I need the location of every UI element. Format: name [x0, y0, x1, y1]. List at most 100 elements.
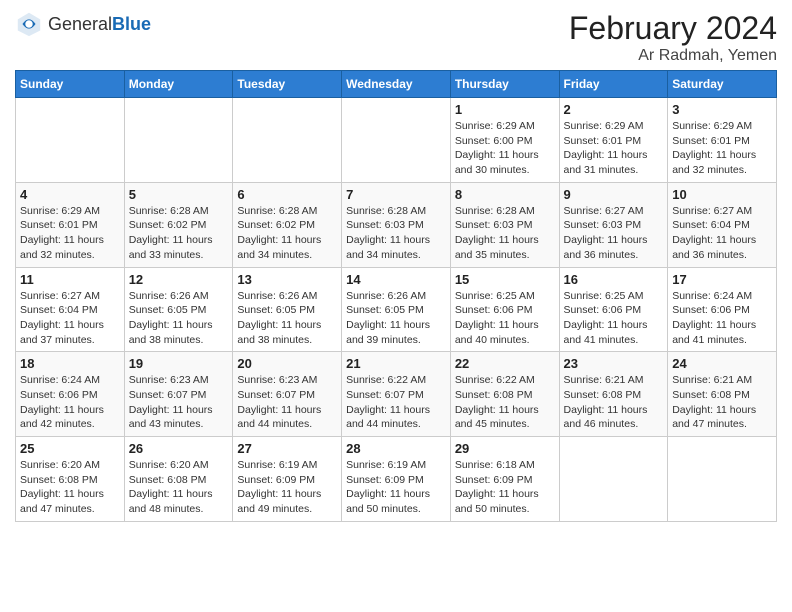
calendar-cell: 18 Sunrise: 6:24 AM Sunset: 6:06 PM Dayli… [16, 352, 125, 437]
calendar-cell: 17 Sunrise: 6:24 AM Sunset: 6:06 PM Dayli… [668, 267, 777, 352]
calendar-cell: 4 Sunrise: 6:29 AM Sunset: 6:01 PM Daylig… [16, 182, 125, 267]
day-detail: Sunrise: 6:20 AM Sunset: 6:08 PM Dayligh… [20, 458, 120, 517]
calendar-cell: 2 Sunrise: 6:29 AM Sunset: 6:01 PM Daylig… [559, 98, 668, 183]
day-number: 29 [455, 441, 555, 456]
day-detail: Sunrise: 6:27 AM Sunset: 6:04 PM Dayligh… [20, 289, 120, 348]
day-number: 11 [20, 272, 120, 287]
calendar-cell: 7 Sunrise: 6:28 AM Sunset: 6:03 PM Daylig… [342, 182, 451, 267]
day-detail: Sunrise: 6:20 AM Sunset: 6:08 PM Dayligh… [129, 458, 229, 517]
day-detail: Sunrise: 6:29 AM Sunset: 6:01 PM Dayligh… [20, 204, 120, 263]
calendar-cell [559, 437, 668, 522]
calendar-cell: 21 Sunrise: 6:22 AM Sunset: 6:07 PM Dayli… [342, 352, 451, 437]
day-number: 22 [455, 356, 555, 371]
calendar-cell: 9Sunrise: 6:27 AM Sunset: 6:03 PM Daylig… [559, 182, 668, 267]
day-number: 19 [129, 356, 229, 371]
day-number: 12 [129, 272, 229, 287]
calendar-cell: 16 Sunrise: 6:25 AM Sunset: 6:06 PM Dayli… [559, 267, 668, 352]
day-detail: Sunrise: 6:28 AM Sunset: 6:03 PM Dayligh… [455, 204, 555, 263]
calendar-cell: 22 Sunrise: 6:22 AM Sunset: 6:08 PM Dayli… [450, 352, 559, 437]
day-number: 18 [20, 356, 120, 371]
day-number: 4 [20, 187, 120, 202]
day-detail: Sunrise: 6:29 AM Sunset: 6:01 PM Dayligh… [564, 119, 664, 178]
logo: GeneralBlue [15, 10, 151, 38]
day-number: 10 [672, 187, 772, 202]
calendar-cell: 25 Sunrise: 6:20 AM Sunset: 6:08 PM Dayli… [16, 437, 125, 522]
calendar-cell: 19 Sunrise: 6:23 AM Sunset: 6:07 PM Dayli… [124, 352, 233, 437]
column-header-sunday: Sunday [16, 71, 125, 98]
day-number: 8 [455, 187, 555, 202]
calendar-cell: 29 Sunrise: 6:18 AM Sunset: 6:09 PM Dayli… [450, 437, 559, 522]
day-detail: Sunrise: 6:19 AM Sunset: 6:09 PM Dayligh… [346, 458, 446, 517]
day-detail: Sunrise: 6:27 AM Sunset: 6:04 PM Dayligh… [672, 204, 772, 263]
day-detail: Sunrise: 6:28 AM Sunset: 6:02 PM Dayligh… [237, 204, 337, 263]
day-detail: Sunrise: 6:29 AM Sunset: 6:00 PM Dayligh… [455, 119, 555, 178]
day-number: 28 [346, 441, 446, 456]
day-detail: Sunrise: 6:18 AM Sunset: 6:09 PM Dayligh… [455, 458, 555, 517]
week-row-2: 4 Sunrise: 6:29 AM Sunset: 6:01 PM Daylig… [16, 182, 777, 267]
day-number: 27 [237, 441, 337, 456]
column-header-thursday: Thursday [450, 71, 559, 98]
column-header-saturday: Saturday [668, 71, 777, 98]
day-number: 20 [237, 356, 337, 371]
page-subtitle: Ar Radmah, Yemen [569, 47, 777, 65]
logo-general: General [48, 14, 112, 34]
calendar-cell: 11 Sunrise: 6:27 AM Sunset: 6:04 PM Dayli… [16, 267, 125, 352]
day-detail: Sunrise: 6:23 AM Sunset: 6:07 PM Dayligh… [129, 373, 229, 432]
calendar-cell: 26Sunrise: 6:20 AM Sunset: 6:08 PM Dayli… [124, 437, 233, 522]
week-row-4: 18 Sunrise: 6:24 AM Sunset: 6:06 PM Dayli… [16, 352, 777, 437]
day-number: 21 [346, 356, 446, 371]
calendar-cell: 1 Sunrise: 6:29 AM Sunset: 6:00 PM Daylig… [450, 98, 559, 183]
day-number: 24 [672, 356, 772, 371]
logo-blue: Blue [112, 14, 151, 34]
calendar-cell: 10 Sunrise: 6:27 AM Sunset: 6:04 PM Dayli… [668, 182, 777, 267]
calendar-cell: 24Sunrise: 6:21 AM Sunset: 6:08 PM Dayli… [668, 352, 777, 437]
calendar-cell [16, 98, 125, 183]
column-header-monday: Monday [124, 71, 233, 98]
column-header-wednesday: Wednesday [342, 71, 451, 98]
calendar-cell: 23Sunrise: 6:21 AM Sunset: 6:08 PM Dayli… [559, 352, 668, 437]
day-number: 13 [237, 272, 337, 287]
column-header-friday: Friday [559, 71, 668, 98]
day-number: 1 [455, 102, 555, 117]
logo-icon [15, 10, 43, 38]
page-title: February 2024 [569, 10, 777, 47]
day-number: 16 [564, 272, 664, 287]
day-detail: Sunrise: 6:24 AM Sunset: 6:06 PM Dayligh… [672, 289, 772, 348]
calendar-cell: 13 Sunrise: 6:26 AM Sunset: 6:05 PM Dayli… [233, 267, 342, 352]
day-number: 2 [564, 102, 664, 117]
calendar-cell [668, 437, 777, 522]
day-detail: Sunrise: 6:29 AM Sunset: 6:01 PM Dayligh… [672, 119, 772, 178]
calendar-cell [124, 98, 233, 183]
calendar-cell: 20 Sunrise: 6:23 AM Sunset: 6:07 PM Dayli… [233, 352, 342, 437]
logo-text: GeneralBlue [48, 14, 151, 35]
calendar-cell: 8 Sunrise: 6:28 AM Sunset: 6:03 PM Daylig… [450, 182, 559, 267]
day-number: 3 [672, 102, 772, 117]
week-row-3: 11 Sunrise: 6:27 AM Sunset: 6:04 PM Dayli… [16, 267, 777, 352]
day-number: 6 [237, 187, 337, 202]
day-detail: Sunrise: 6:28 AM Sunset: 6:03 PM Dayligh… [346, 204, 446, 263]
day-number: 25 [20, 441, 120, 456]
week-row-5: 25 Sunrise: 6:20 AM Sunset: 6:08 PM Dayli… [16, 437, 777, 522]
day-detail: Sunrise: 6:21 AM Sunset: 6:08 PM Dayligh… [564, 373, 664, 432]
day-detail: Sunrise: 6:19 AM Sunset: 6:09 PM Dayligh… [237, 458, 337, 517]
day-detail: Sunrise: 6:26 AM Sunset: 6:05 PM Dayligh… [129, 289, 229, 348]
day-number: 9 [564, 187, 664, 202]
calendar-cell: 15Sunrise: 6:25 AM Sunset: 6:06 PM Dayli… [450, 267, 559, 352]
day-detail: Sunrise: 6:23 AM Sunset: 6:07 PM Dayligh… [237, 373, 337, 432]
calendar-cell [233, 98, 342, 183]
day-detail: Sunrise: 6:25 AM Sunset: 6:06 PM Dayligh… [564, 289, 664, 348]
page-header: GeneralBlue February 2024 Ar Radmah, Yem… [15, 10, 777, 65]
title-block: February 2024 Ar Radmah, Yemen [569, 10, 777, 65]
day-detail: Sunrise: 6:22 AM Sunset: 6:07 PM Dayligh… [346, 373, 446, 432]
day-detail: Sunrise: 6:26 AM Sunset: 6:05 PM Dayligh… [237, 289, 337, 348]
day-detail: Sunrise: 6:22 AM Sunset: 6:08 PM Dayligh… [455, 373, 555, 432]
day-number: 15 [455, 272, 555, 287]
day-number: 17 [672, 272, 772, 287]
day-detail: Sunrise: 6:24 AM Sunset: 6:06 PM Dayligh… [20, 373, 120, 432]
day-number: 14 [346, 272, 446, 287]
calendar-cell: 27 Sunrise: 6:19 AM Sunset: 6:09 PM Dayli… [233, 437, 342, 522]
calendar-cell: 14Sunrise: 6:26 AM Sunset: 6:05 PM Dayli… [342, 267, 451, 352]
day-number: 7 [346, 187, 446, 202]
calendar-cell: 28 Sunrise: 6:19 AM Sunset: 6:09 PM Dayli… [342, 437, 451, 522]
calendar-cell: 6 Sunrise: 6:28 AM Sunset: 6:02 PM Daylig… [233, 182, 342, 267]
